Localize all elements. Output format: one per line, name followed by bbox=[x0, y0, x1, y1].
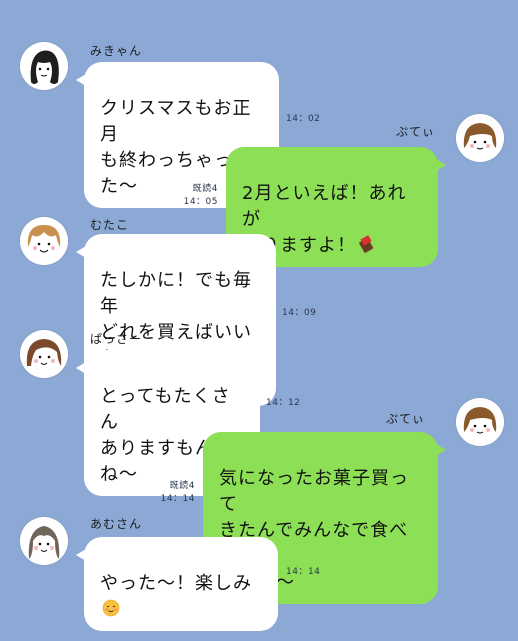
avatar-amusan-icon bbox=[20, 517, 68, 565]
avatar-mikyan-icon bbox=[20, 42, 68, 90]
sender-name: みきゃん bbox=[90, 44, 143, 58]
message-text: やった〜！楽しみ bbox=[100, 573, 252, 594]
smiling-face-icon bbox=[102, 599, 120, 617]
message-time: 14：14 bbox=[286, 567, 321, 577]
message-time: 14：02 bbox=[286, 114, 321, 124]
sender-name: ぷてぃ bbox=[396, 125, 436, 139]
avatar-mikyan[interactable] bbox=[20, 42, 68, 90]
avatar-mutako[interactable] bbox=[20, 217, 68, 265]
avatar-puti-icon bbox=[456, 398, 504, 446]
message-time: 14：05 bbox=[183, 197, 218, 207]
sender-name: ぷてぃ bbox=[386, 412, 426, 426]
message-time: 14：14 bbox=[160, 494, 195, 504]
avatar-passa[interactable] bbox=[20, 330, 68, 378]
avatar-passa-icon bbox=[20, 330, 68, 378]
avatar-mutako-icon bbox=[20, 217, 68, 265]
sender-name: むたこ bbox=[90, 218, 130, 232]
message-bubble[interactable]: やった〜！楽しみ bbox=[76, 537, 278, 631]
message-time: 14：09 bbox=[282, 308, 317, 318]
avatar-amusan[interactable] bbox=[20, 517, 68, 565]
read-receipt: 既読4 bbox=[169, 481, 195, 491]
avatar-puti-icon bbox=[456, 114, 504, 162]
sender-name: ぱっさー bbox=[90, 332, 143, 346]
avatar-puti[interactable] bbox=[456, 398, 504, 446]
message-time: 14：12 bbox=[266, 398, 301, 408]
avatar-puti[interactable] bbox=[456, 114, 504, 162]
chocolate-bar-icon bbox=[359, 235, 374, 253]
read-receipt: 既読4 bbox=[192, 184, 218, 194]
sender-name: あむさん bbox=[90, 517, 143, 531]
